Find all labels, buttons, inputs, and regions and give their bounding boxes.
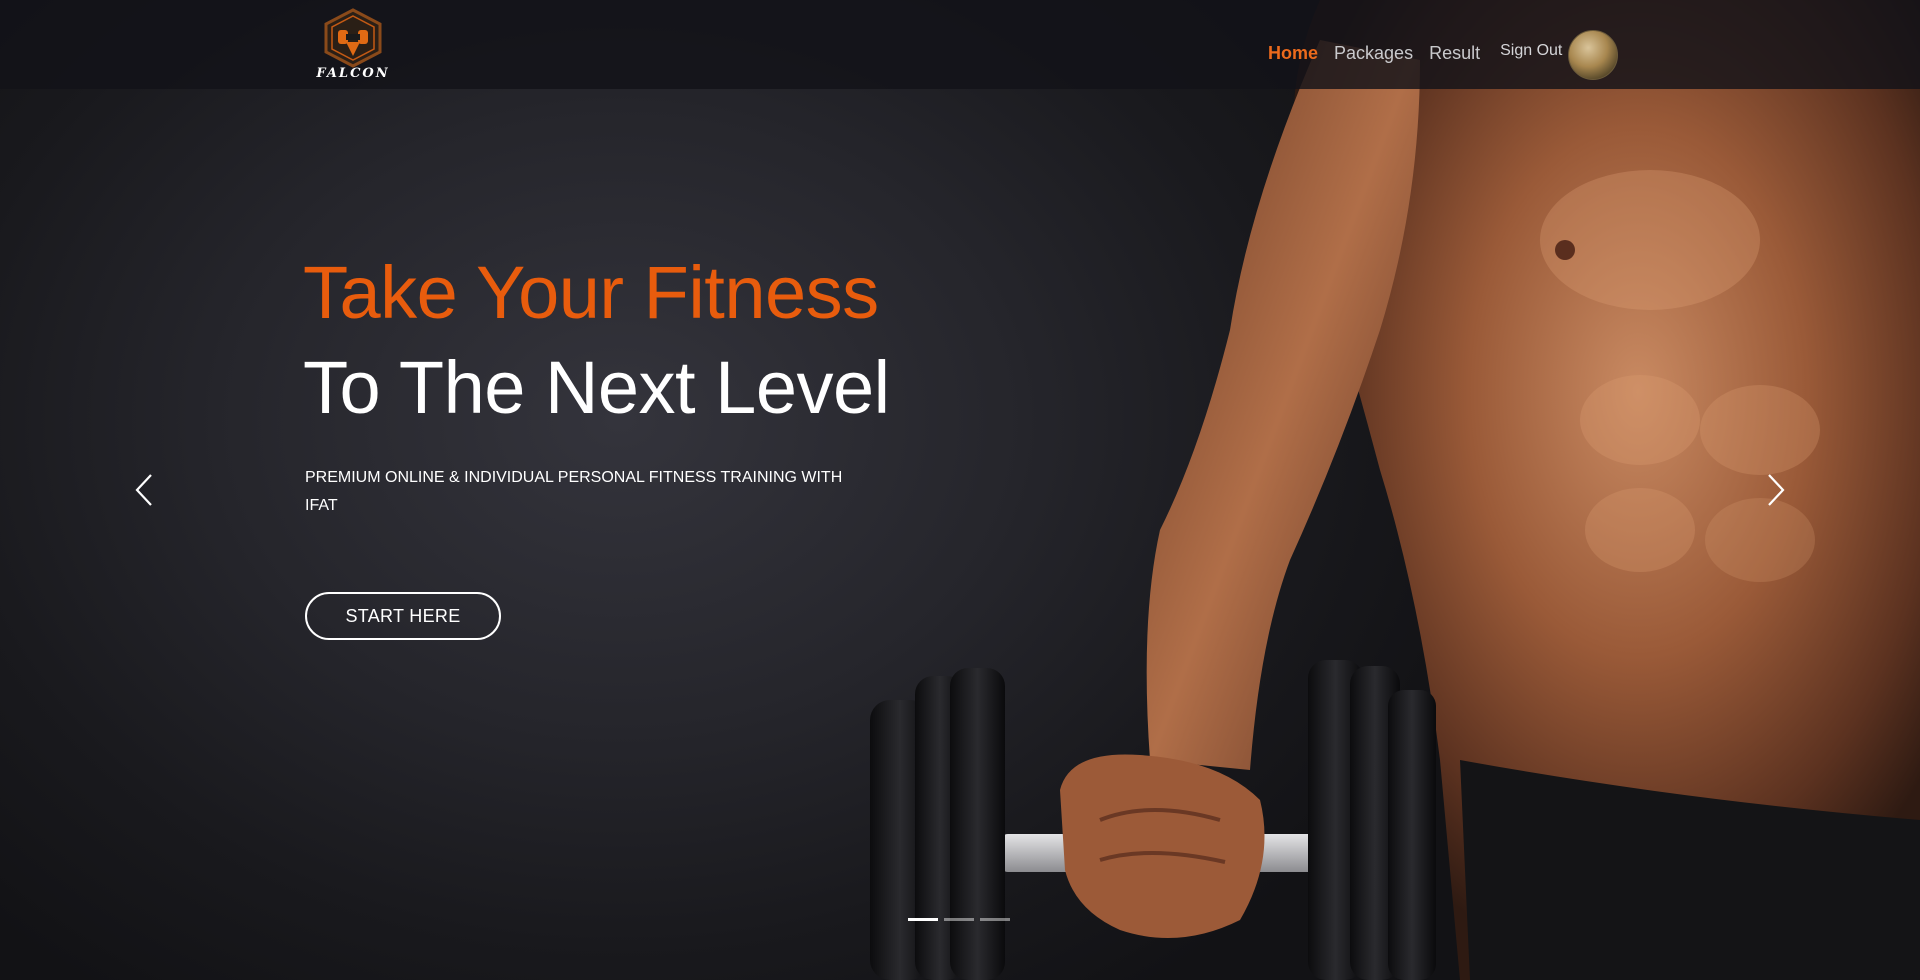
nav-item-home[interactable]: Home [1268, 43, 1318, 64]
carousel-indicators [908, 918, 1010, 921]
chevron-left-icon [135, 474, 152, 506]
hero-page: FALCON Home Packages Result Sign Out Tak… [0, 0, 1920, 980]
top-navbar: FALCON Home Packages Result Sign Out [0, 0, 1920, 89]
sign-out-link[interactable]: Sign Out [1500, 42, 1562, 60]
hero-subtext: PREMIUM ONLINE & INDIVIDUAL PERSONAL FIT… [305, 469, 843, 514]
falcon-logo[interactable]: FALCON [310, 6, 396, 86]
carousel-indicator-3[interactable] [980, 918, 1010, 921]
main-nav: Home Packages Result Sign Out [1268, 28, 1619, 80]
carousel-indicator-1[interactable] [908, 918, 938, 921]
carousel-indicator-2[interactable] [944, 918, 974, 921]
start-here-button[interactable]: START HERE [305, 592, 501, 640]
carousel-prev-button[interactable] [124, 470, 164, 510]
nav-item-result[interactable]: Result [1429, 43, 1480, 64]
hero-headline-line2: To The Next Level [303, 346, 890, 429]
falcon-logo-icon [324, 8, 382, 68]
chevron-right-icon [1768, 474, 1785, 506]
carousel-next-button[interactable] [1756, 470, 1796, 510]
nav-item-packages[interactable]: Packages [1334, 43, 1413, 64]
brand-wordmark: FALCON [316, 66, 390, 81]
hero-athlete-image [870, 0, 1920, 980]
hero-headline-line1: Take Your Fitness [303, 251, 879, 334]
user-avatar[interactable] [1568, 30, 1619, 80]
